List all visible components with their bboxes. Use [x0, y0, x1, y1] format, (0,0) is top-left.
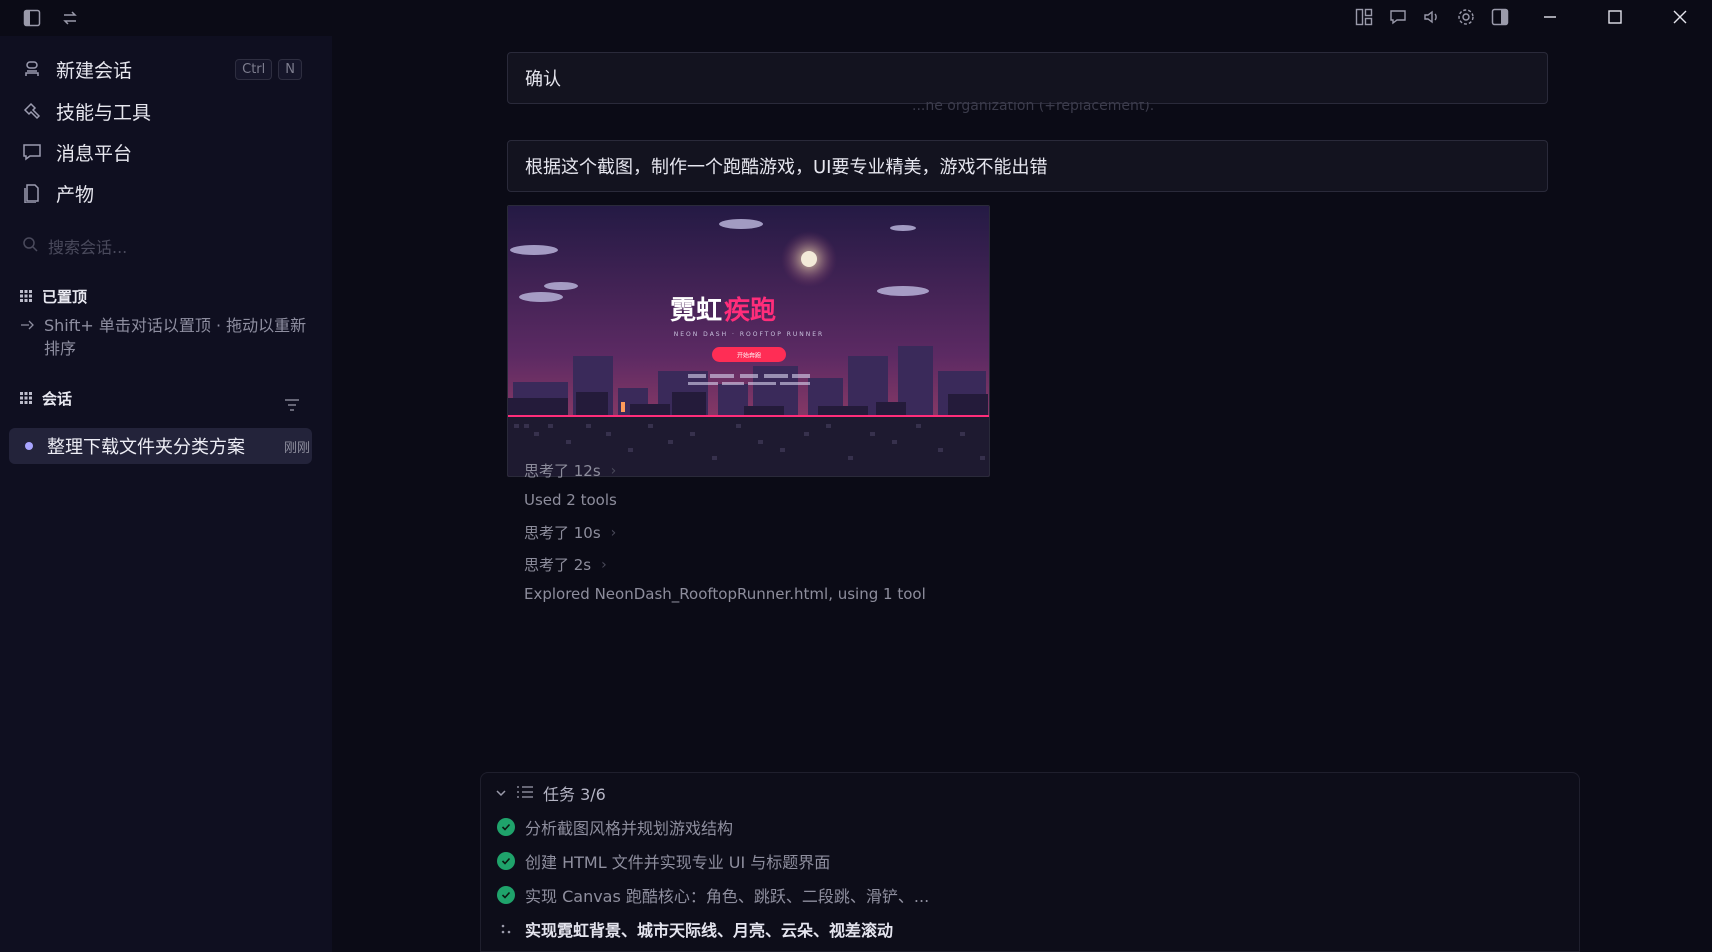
pin-icon — [20, 316, 36, 360]
step-text: 思考了 2s — [524, 556, 592, 574]
task-panel-title: 任务 3/6 — [543, 785, 606, 804]
preview-title-pink: 疾跑 — [724, 295, 776, 326]
volume-icon[interactable] — [1415, 0, 1449, 34]
layout-icon[interactable] — [1347, 0, 1381, 34]
step-text: 思考了 10s — [524, 524, 601, 542]
shortcut-key: N — [278, 58, 302, 80]
section-label: 会话 — [42, 390, 73, 408]
task-text: 分析截图风格并规划游戏结构 — [525, 819, 734, 838]
section-label: 已置顶 — [42, 288, 88, 306]
title-bar — [0, 0, 1712, 36]
task-item: 创建 HTML 文件并实现专业 UI 与标题界面 — [497, 849, 830, 873]
check-icon — [497, 886, 515, 904]
spinner-icon — [497, 920, 515, 938]
check-icon — [497, 818, 515, 836]
sidebar-item-label: 技能与工具 — [56, 101, 152, 124]
task-list-icon — [517, 784, 533, 803]
step-text: Explored NeonDash_RooftopRunner.html, us… — [524, 585, 926, 603]
conversation-title: 整理下载文件夹分类方案 — [47, 437, 245, 458]
message-text: 根据这个截图，制作一个跑酷游戏，UI要专业精美，游戏不能出错 — [525, 157, 1048, 178]
search-conversations[interactable]: 搜索会话... — [22, 234, 302, 258]
sidebar-item-messaging[interactable]: 消息平台 — [20, 135, 310, 169]
message-icon — [20, 140, 44, 164]
pinned-hint-text: Shift+ 单击对话以置顶 · 拖动以重新排序 — [44, 316, 307, 358]
task-text: 实现 Canvas 跑酷核心：角色、跳跃、二段跳、滑铲、... — [525, 887, 930, 906]
shortcut-hint: Ctrl N — [235, 58, 302, 80]
chat-main: 确认 ...he organization (+replacement). 根据… — [332, 36, 1712, 952]
task-item: 实现 Canvas 跑酷核心：角色、跳跃、二段跳、滑铲、... — [497, 883, 929, 907]
preview-start-button: 开始奔跑 — [737, 352, 761, 360]
tool-step[interactable]: Used 2 tools — [524, 491, 617, 509]
pinned-hint: Shift+ 单击对话以置顶 · 拖动以重新排序 — [20, 314, 310, 360]
settings-icon[interactable] — [1449, 0, 1483, 34]
check-icon — [497, 852, 515, 870]
swap-icon[interactable] — [58, 6, 82, 30]
task-item: 分析截图风格并规划游戏结构 — [497, 815, 733, 839]
pinned-section-title: 已置顶 — [20, 286, 87, 307]
sidebar-item-new-chat[interactable]: 新建会话 Ctrl N — [20, 52, 310, 86]
conversation-item[interactable]: 整理下载文件夹分类方案 刚刚 — [9, 428, 312, 464]
task-item-in-progress: 实现霓虹背景、城市天际线、月亮、云朵、视差滚动 — [497, 917, 893, 941]
faded-text: ...he organization (+replacement). — [912, 102, 1155, 114]
sidebar-item-artifacts[interactable]: 产物 — [20, 176, 310, 210]
game-preview-image: 霓虹 疾跑 NEON DASH · ROOFTOP RUNNER 开始奔跑 — [508, 206, 989, 476]
task-text: 创建 HTML 文件并实现专业 UI 与标题界面 — [525, 853, 831, 872]
sidebar: 新建会话 Ctrl N 技能与工具 消息平台 产物 搜索会话... 已置顶 Sh… — [0, 36, 332, 952]
search-icon — [22, 236, 38, 256]
chevron-right-icon: › — [610, 524, 617, 541]
new-chat-icon — [20, 57, 44, 81]
chevron-down-icon — [495, 784, 507, 803]
search-placeholder: 搜索会话... — [48, 238, 128, 257]
conversations-section-title: 会话 — [20, 388, 72, 409]
active-dot — [25, 442, 33, 450]
conversation-time: 刚刚 — [283, 440, 310, 456]
maximize-icon[interactable] — [1582, 0, 1647, 34]
artifact-icon — [20, 181, 44, 205]
sidebar-item-label: 产物 — [56, 183, 95, 206]
filter-icon[interactable] — [285, 396, 299, 415]
task-panel-header[interactable]: 任务 3/6 — [495, 781, 606, 805]
preview-title-white: 霓虹 — [670, 296, 722, 326]
preview-subtitle: NEON DASH · ROOFTOP RUNNER — [674, 331, 824, 338]
thinking-step[interactable]: 思考了 12s › — [524, 460, 616, 481]
task-text: 实现霓虹背景、城市天际线、月亮、云朵、视差滚动 — [525, 921, 894, 940]
step-text: Used 2 tools — [524, 491, 617, 509]
sidebar-item-label: 消息平台 — [56, 142, 133, 165]
thinking-step[interactable]: 思考了 10s › — [524, 522, 616, 543]
toggle-sidebar-icon[interactable] — [20, 6, 44, 30]
thinking-step[interactable]: 思考了 2s › — [524, 554, 607, 575]
screenshot-attachment[interactable]: 霓虹 疾跑 NEON DASH · ROOFTOP RUNNER 开始奔跑 — [507, 205, 990, 477]
user-message: 根据这个截图，制作一个跑酷游戏，UI要专业精美，游戏不能出错 — [507, 140, 1548, 192]
task-panel: 任务 3/6 分析截图风格并规划游戏结构 创建 HTML 文件并实现专业 UI … — [480, 772, 1580, 952]
minimize-icon[interactable] — [1517, 0, 1582, 34]
skills-icon — [20, 99, 44, 123]
sidebar-item-label: 新建会话 — [56, 59, 133, 82]
sidebar-item-skills[interactable]: 技能与工具 — [20, 94, 310, 128]
message-text: 确认 — [525, 69, 561, 90]
step-text: 思考了 12s — [524, 462, 601, 480]
explored-step[interactable]: Explored NeonDash_RooftopRunner.html, us… — [524, 585, 926, 603]
close-icon[interactable] — [1647, 0, 1712, 34]
user-message: 确认 — [507, 52, 1548, 104]
chevron-right-icon: › — [610, 462, 617, 479]
right-panel-icon[interactable] — [1483, 0, 1517, 34]
grid-icon — [20, 288, 32, 306]
chevron-right-icon: › — [601, 556, 607, 573]
shortcut-key: Ctrl — [235, 58, 273, 80]
chat-window-icon[interactable] — [1381, 0, 1415, 34]
grid-icon — [20, 390, 32, 408]
